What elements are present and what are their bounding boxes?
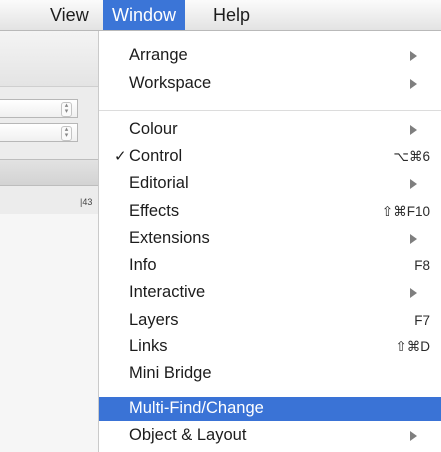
stepper-icon[interactable]: ▴ ▾ [61, 126, 72, 141]
menu-item-multi-find-change[interactable]: Multi-Find/Change [99, 397, 441, 421]
menu-item-arrange[interactable]: Arrange [99, 45, 441, 67]
menu-item-label: Editorial [129, 174, 189, 192]
submenu-arrow-icon [410, 125, 417, 135]
menu-item-label: Control [129, 147, 183, 165]
menubar-window[interactable]: Window [103, 0, 186, 30]
menu-item-shortcut: ⇧⌘D [395, 339, 430, 354]
menu-item-colour[interactable]: Colour [99, 119, 441, 141]
tab-bar [0, 159, 98, 186]
menu-item-label: Workspace [129, 74, 212, 92]
checkmark-icon: ✓ [114, 148, 127, 165]
menu-item-interactive[interactable]: Interactive [99, 282, 441, 304]
menu-item-editorial[interactable]: Editorial [99, 173, 441, 195]
menu-item-links[interactable]: Links ⇧⌘D [99, 336, 441, 358]
submenu-arrow-icon [410, 179, 417, 189]
menu-item-label: Arrange [129, 46, 188, 64]
stepper-icon[interactable]: ▴ ▾ [61, 102, 72, 117]
ruler-mark: |43 [80, 197, 93, 207]
menu-item-extensions[interactable]: Extensions [99, 228, 441, 250]
menubar-help[interactable]: Help [204, 0, 259, 30]
control-strip [0, 31, 98, 87]
menu-item-label: Interactive [129, 283, 206, 301]
menu-item-info[interactable]: Info F8 [99, 255, 441, 277]
menubar-view[interactable]: View [41, 0, 98, 30]
menu-item-shortcut: ⇧⌘F10 [381, 204, 430, 219]
menu-item-label: Multi-Find/Change [129, 399, 264, 417]
menu-item-shortcut: F7 [414, 313, 430, 328]
submenu-arrow-icon [410, 79, 417, 89]
submenu-arrow-icon [410, 431, 417, 441]
window-menu: Arrange Workspace Colour ✓ Control ⌥⌘6 E… [98, 31, 441, 452]
control-field-2[interactable]: ▴ ▾ [0, 123, 78, 142]
menu-bar: View Window Help [0, 0, 441, 31]
submenu-arrow-icon [410, 234, 417, 244]
menu-item-label: Extensions [129, 229, 210, 247]
menu-item-label: Object & Layout [129, 426, 247, 444]
menu-item-label: Colour [129, 120, 178, 138]
menu-item-label: Info [129, 256, 157, 274]
menu-item-shortcut: ⌥⌘6 [393, 149, 430, 164]
menu-item-layers[interactable]: Layers F7 [99, 310, 441, 332]
menu-item-workspace[interactable]: Workspace [99, 73, 441, 95]
menu-item-object-layout[interactable]: Object & Layout [99, 425, 441, 447]
menu-item-control[interactable]: ✓ Control ⌥⌘6 [99, 146, 441, 168]
menu-item-label: Mini Bridge [129, 364, 212, 382]
document-area [0, 214, 98, 452]
menu-item-label: Links [129, 337, 168, 355]
menu-item-label: Effects [129, 202, 180, 220]
menu-separator [99, 110, 441, 111]
menu-item-label: Layers [129, 311, 179, 329]
menu-item-shortcut: F8 [414, 258, 430, 273]
control-field-1[interactable]: ▴ ▾ [0, 99, 78, 118]
background-app-panel: ▴ ▾ ▴ ▾ |43 [0, 31, 98, 452]
submenu-arrow-icon [410, 51, 417, 61]
menu-item-effects[interactable]: Effects ⇧⌘F10 [99, 201, 441, 223]
menu-item-mini-bridge[interactable]: Mini Bridge [99, 363, 441, 385]
submenu-arrow-icon [410, 288, 417, 298]
